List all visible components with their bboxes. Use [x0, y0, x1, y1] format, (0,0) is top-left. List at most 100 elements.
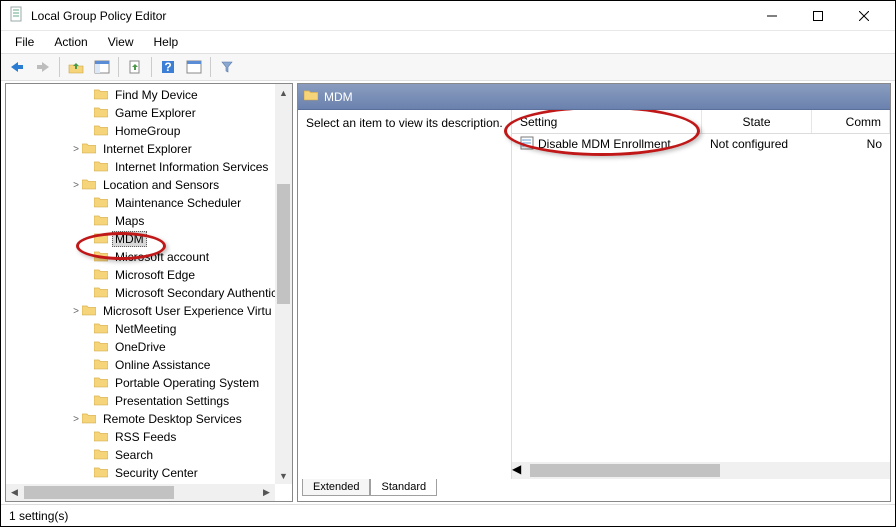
list-body: Disable MDM Enrollment Not configured No…: [512, 134, 890, 479]
tree-item-label: Internet Explorer: [100, 142, 195, 156]
tree-pane: Find My DeviceGame ExplorerHomeGroup > Int…: [5, 83, 293, 502]
tree-item[interactable]: >Microsoft User Experience Virtu: [6, 302, 292, 320]
tree-item[interactable]: Find My Device: [6, 86, 292, 104]
tree-item-label: NetMeeting: [112, 322, 179, 336]
tree-item[interactable]: Search: [6, 446, 292, 464]
scroll-thumb[interactable]: [24, 486, 174, 499]
folder-icon: [94, 322, 108, 337]
expand-toggle[interactable]: >: [70, 180, 82, 191]
scroll-right-arrow[interactable]: ▶: [258, 484, 275, 501]
tree-item[interactable]: Presentation Settings: [6, 392, 292, 410]
folder-icon: [94, 106, 108, 121]
tree-item[interactable]: NetMeeting: [6, 320, 292, 338]
scroll-left-arrow[interactable]: ◀: [6, 484, 23, 501]
close-button[interactable]: [841, 1, 887, 31]
folder-icon: [94, 376, 108, 391]
folder-icon: [94, 466, 108, 481]
tree-item[interactable]: Game Explorer: [6, 104, 292, 122]
expand-toggle[interactable]: >: [70, 306, 82, 317]
menu-help[interactable]: Help: [146, 33, 187, 51]
horizontal-scrollbar[interactable]: ◀ ▶: [6, 484, 275, 501]
tree-item-label: Online Assistance: [112, 358, 213, 372]
folder-icon: [94, 340, 108, 355]
tree-item[interactable]: Maintenance Scheduler: [6, 194, 292, 212]
tree-item[interactable]: >Remote Desktop Services: [6, 410, 292, 428]
toolbar-separator: [118, 57, 119, 77]
main-area: Find My DeviceGame ExplorerHomeGroup > Int…: [1, 81, 895, 504]
list-row[interactable]: Disable MDM Enrollment Not configured No: [512, 134, 890, 154]
scroll-thumb[interactable]: [530, 464, 720, 477]
tree-item[interactable]: Online Assistance: [6, 356, 292, 374]
tree-item-label: OneDrive: [112, 340, 169, 354]
menu-bar: File Action View Help: [1, 31, 895, 53]
tree-item[interactable]: Microsoft Edge: [6, 266, 292, 284]
tree-item[interactable]: Internet Information Services: [6, 158, 292, 176]
tree-item-label: Portable Operating System: [112, 376, 262, 390]
tree-item-label: Microsoft Edge: [112, 268, 198, 282]
tree-item[interactable]: RSS Feeds: [6, 428, 292, 446]
cell-setting: Disable MDM Enrollment: [512, 136, 702, 153]
tab-standard[interactable]: Standard: [370, 479, 437, 496]
tree-item-label: Location and Sensors: [100, 178, 222, 192]
scroll-down-arrow[interactable]: ▼: [275, 467, 292, 484]
back-button[interactable]: [5, 55, 29, 79]
details-heading: MDM: [324, 90, 353, 104]
column-setting[interactable]: Setting: [512, 110, 702, 133]
folder-icon: [94, 430, 108, 445]
tree-item-label: Presentation Settings: [112, 394, 232, 408]
status-text: 1 setting(s): [9, 509, 68, 523]
menu-action[interactable]: Action: [46, 33, 95, 51]
folder-icon: [94, 448, 108, 463]
folder-icon: [304, 89, 318, 104]
properties-button[interactable]: [182, 55, 206, 79]
minimize-button[interactable]: [749, 1, 795, 31]
scroll-thumb[interactable]: [277, 184, 290, 304]
column-comment[interactable]: Comm: [812, 110, 890, 133]
tree-view[interactable]: Find My DeviceGame ExplorerHomeGroup > Int…: [6, 84, 292, 501]
tree-item-label: Search: [112, 448, 156, 462]
expand-toggle[interactable]: >: [70, 414, 82, 425]
toolbar: ?: [1, 53, 895, 81]
setting-name: Disable MDM Enrollment: [538, 137, 671, 151]
tree-item[interactable]: > Location and Sensors: [6, 176, 292, 194]
tree-item[interactable]: > Internet Explorer: [6, 140, 292, 158]
menu-file[interactable]: File: [7, 33, 42, 51]
forward-button[interactable]: [31, 55, 55, 79]
cell-state: Not configured: [702, 137, 812, 151]
tree-item[interactable]: Portable Operating System: [6, 374, 292, 392]
show-hide-tree-button[interactable]: [90, 55, 114, 79]
menu-view[interactable]: View: [100, 33, 142, 51]
folder-icon: [94, 250, 108, 265]
folder-icon: [94, 394, 108, 409]
description-placeholder: Select an item to view its description.: [306, 116, 503, 130]
tree-item[interactable]: Microsoft account: [6, 248, 292, 266]
tree-item[interactable]: HomeGroup: [6, 122, 292, 140]
maximize-button[interactable]: [795, 1, 841, 31]
folder-icon: [94, 232, 108, 247]
status-bar: 1 setting(s): [1, 504, 895, 526]
filter-button[interactable]: [215, 55, 239, 79]
column-state[interactable]: State: [702, 110, 812, 133]
tree-item[interactable]: Microsoft Secondary Authentic: [6, 284, 292, 302]
horizontal-scrollbar[interactable]: ◀ ▶: [512, 462, 890, 479]
up-button[interactable]: [64, 55, 88, 79]
svg-text:?: ?: [164, 60, 171, 74]
export-button[interactable]: [123, 55, 147, 79]
help-button[interactable]: ?: [156, 55, 180, 79]
tree-item[interactable]: MDM: [6, 230, 292, 248]
expand-toggle[interactable]: >: [70, 144, 82, 155]
folder-icon: [94, 358, 108, 373]
scroll-up-arrow[interactable]: ▲: [275, 84, 292, 101]
toolbar-separator: [210, 57, 211, 77]
tree-item-label: Security Center: [112, 466, 201, 480]
tree-item[interactable]: OneDrive: [6, 338, 292, 356]
tree-item[interactable]: Maps: [6, 212, 292, 230]
vertical-scrollbar[interactable]: ▲ ▼: [275, 84, 292, 484]
tree-item[interactable]: Security Center: [6, 464, 292, 482]
details-header: MDM: [298, 84, 890, 110]
folder-icon: [94, 124, 108, 139]
folder-icon: [82, 142, 96, 157]
tab-extended[interactable]: Extended: [302, 479, 370, 496]
details-content: Select an item to view its description. …: [298, 110, 890, 479]
folder-icon: [82, 178, 96, 193]
